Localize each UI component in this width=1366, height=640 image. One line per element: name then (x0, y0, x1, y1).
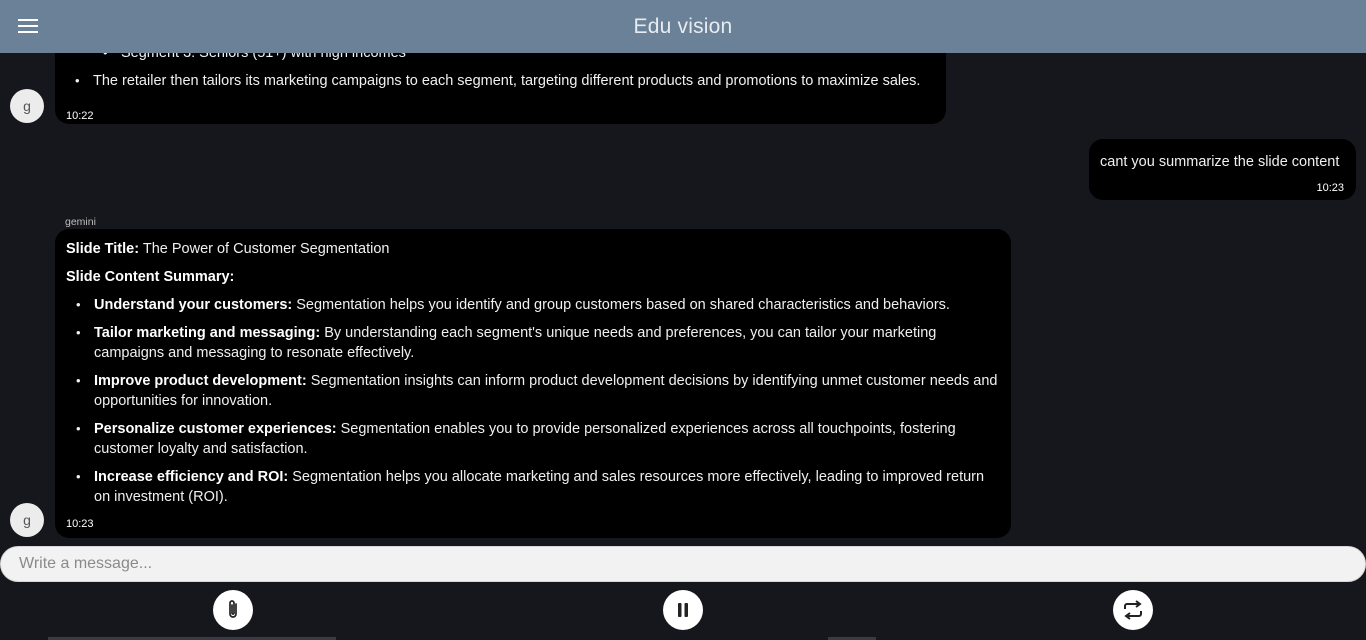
summary-label: Slide Content Summary: (66, 269, 235, 285)
slide-title-line: Slide Title: The Power of Customer Segme… (66, 239, 999, 259)
chat-area[interactable]: Segment 3: Seniors (51+) with high incom… (0, 53, 1366, 542)
message-time: 10:22 (66, 110, 94, 122)
paperclip-icon (229, 600, 237, 618)
avatar: g (10, 503, 44, 537)
repeat-icon (1124, 600, 1142, 620)
app-header: Edu vision (0, 0, 1366, 53)
message-time: 10:23 (66, 518, 94, 530)
list-item: Increase efficiency and ROI: Segmentatio… (66, 467, 999, 507)
bot-message: Segment 3: Seniors (51+) with high incom… (55, 53, 946, 124)
message-input[interactable] (19, 555, 1365, 573)
avatar: g (10, 89, 44, 123)
list-item: Improve product development: Segmentatio… (66, 371, 999, 411)
app-title: Edu vision (633, 14, 733, 38)
list-item: Personalize customer experiences: Segmen… (66, 419, 999, 459)
list-item: Segment 3: Seniors (51+) with high incom… (65, 53, 932, 63)
slide-title-value: The Power of Customer Segmentation (142, 241, 390, 257)
list-item: Understand your customers: Segmentation … (66, 295, 999, 315)
pause-icon (678, 603, 688, 617)
pause-button[interactable] (663, 590, 703, 630)
list-item: The retailer then tailors its marketing … (65, 71, 932, 91)
message-text: cant you summarize the slide content (1100, 154, 1340, 170)
sender-name: gemini (65, 216, 96, 228)
attach-button[interactable] (213, 590, 253, 630)
list-item: Tailor marketing and messaging: By under… (66, 323, 999, 363)
user-message: cant you summarize the slide content 10:… (1089, 139, 1356, 200)
summary-list: Understand your customers: Segmentation … (66, 295, 999, 507)
menu-icon[interactable] (16, 14, 40, 38)
bot-message: Slide Title: The Power of Customer Segme… (55, 229, 1011, 538)
message-time: 10:23 (1316, 182, 1344, 194)
message-composer (0, 546, 1366, 582)
slide-title-label: Slide Title: (66, 241, 140, 257)
repeat-button[interactable] (1113, 590, 1153, 630)
